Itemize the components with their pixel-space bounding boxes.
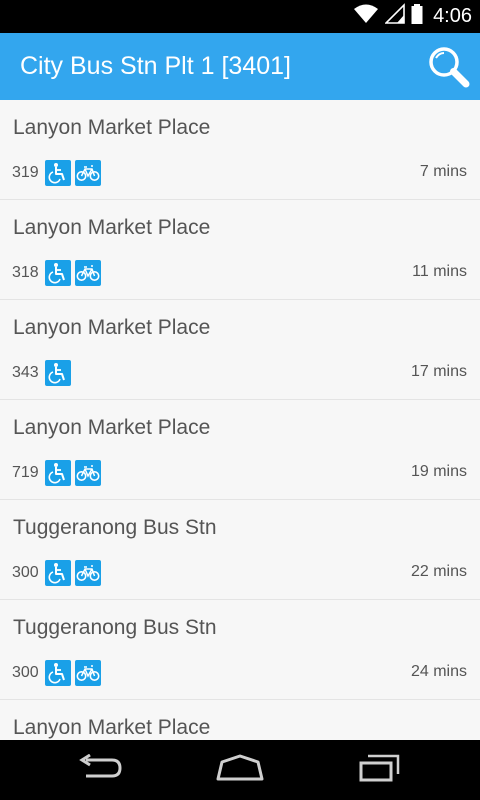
destination-label: Lanyon Market Place	[13, 216, 211, 239]
bicycle-icon	[74, 659, 101, 686]
route-info: 343	[12, 359, 71, 386]
route-info: 300	[12, 659, 101, 686]
wheelchair-icon	[44, 559, 71, 586]
departure-row[interactable]: Tuggeranong Bus Stn 300 22 mins	[0, 500, 480, 600]
status-icons: 4:06	[353, 0, 472, 33]
departure-row[interactable]: Lanyon Market Place 318 11 mins	[0, 200, 480, 300]
departure-row[interactable]: Lanyon Market Place 319 7 mins	[0, 100, 480, 200]
departure-row[interactable]: Tuggeranong Bus Stn 300 24 mins	[0, 600, 480, 700]
recents-button[interactable]	[350, 754, 410, 786]
recents-icon	[358, 754, 402, 787]
bicycle-icon	[74, 259, 101, 286]
route-number: 300	[12, 663, 39, 681]
home-icon	[214, 754, 266, 787]
destination-label: Lanyon Market Place	[13, 416, 211, 439]
eta-label: 7 mins	[419, 163, 467, 180]
route-number: 318	[12, 263, 39, 281]
route-number: 719	[12, 463, 39, 481]
route-number: 319	[12, 163, 39, 181]
route-number: 343	[12, 363, 39, 381]
nav-bar	[0, 740, 480, 800]
destination-label: Tuggeranong Bus Stn	[13, 516, 217, 539]
status-bar: 4:06	[0, 0, 480, 33]
eta-label: 19 mins	[410, 463, 467, 480]
route-info: 300	[12, 559, 101, 586]
eta-label: 17 mins	[410, 363, 467, 380]
battery-icon	[411, 3, 423, 30]
bicycle-icon	[74, 459, 101, 486]
search-icon	[426, 47, 472, 94]
route-info: 719	[12, 459, 101, 486]
bicycle-icon	[74, 159, 101, 186]
wheelchair-icon	[44, 359, 71, 386]
back-button[interactable]	[70, 753, 130, 787]
wheelchair-icon	[44, 459, 71, 486]
app-bar: City Bus Stn Plt 1 [3401]	[0, 33, 480, 100]
route-number: 300	[12, 563, 39, 581]
page-title: City Bus Stn Plt 1 [3401]	[20, 52, 291, 80]
wheelchair-icon	[44, 159, 71, 186]
departure-row[interactable]: Lanyon Market Place 343 17 mins	[0, 300, 480, 400]
search-button[interactable]	[426, 44, 472, 90]
screen: 4:06 City Bus Stn Plt 1 [3401] Lanyon Ma…	[0, 0, 480, 800]
status-time: 4:06	[433, 5, 472, 27]
eta-label: 24 mins	[410, 663, 467, 680]
departure-row[interactable]: Lanyon Market Place 719 19 mins	[0, 400, 480, 500]
wheelchair-icon	[44, 259, 71, 286]
destination-label: Lanyon Market Place	[13, 316, 211, 339]
eta-label: 22 mins	[410, 563, 467, 580]
home-button[interactable]	[210, 754, 270, 786]
wheelchair-icon	[44, 659, 71, 686]
back-icon	[76, 753, 124, 787]
signal-icon	[384, 3, 405, 30]
departure-list: Lanyon Market Place 319 7 mins Lanyon Marke…	[0, 100, 480, 740]
eta-label: 11 mins	[412, 263, 467, 280]
route-info: 318	[12, 259, 101, 286]
bicycle-icon	[74, 559, 101, 586]
destination-label: Lanyon Market Place	[13, 116, 211, 139]
destination-label: Lanyon Market Place	[13, 716, 211, 739]
route-info: 319	[12, 159, 101, 186]
departure-row[interactable]: Lanyon Market Place	[0, 700, 480, 740]
wifi-icon	[353, 3, 379, 30]
destination-label: Tuggeranong Bus Stn	[13, 616, 217, 639]
